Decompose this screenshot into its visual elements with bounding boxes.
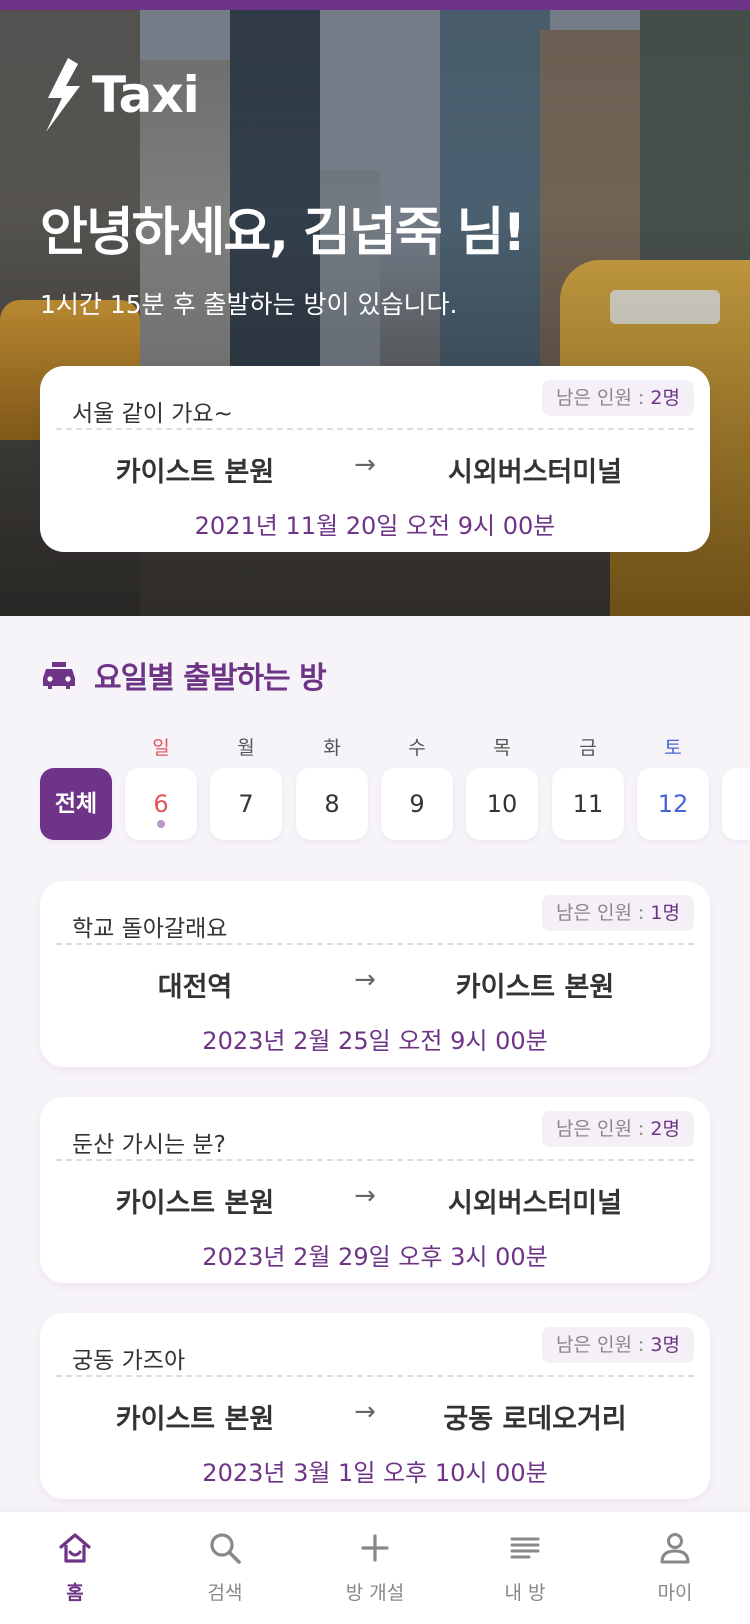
app-logo: Taxi (44, 58, 200, 132)
weekday-label: 일 (152, 737, 170, 759)
route-origin: 대전역 (157, 972, 233, 1003)
bottom-nav: 홈 검색 방 개설 내 방 마이 (0, 1512, 750, 1624)
taxi-icon (43, 662, 75, 689)
lightning-icon (46, 58, 80, 132)
nav-my-page[interactable]: 마이 (600, 1512, 750, 1624)
has-room-dot (157, 820, 165, 828)
remaining-badge: 남은 인원 : 3명 (541, 1327, 694, 1363)
weekday-label: 토 (664, 737, 682, 759)
card-divider (56, 943, 694, 945)
nav-search[interactable]: 검색 (150, 1512, 300, 1624)
route-arrow: → (354, 450, 376, 480)
room-title: 학교 돌아갈래요 (72, 916, 228, 942)
room-datetime: 2023년 3월 1일 오후 10시 00분 (202, 1459, 548, 1487)
remaining-badge: 남은 인원 : 2명 (541, 1111, 694, 1147)
home-icon (59, 1533, 91, 1563)
day-filter-button-partial[interactable] (722, 768, 750, 840)
day-filter-button[interactable]: 11 (552, 768, 624, 840)
search-icon (210, 1533, 241, 1564)
card-divider (56, 1159, 694, 1161)
day-filter-button[interactable]: 9 (381, 768, 453, 840)
nav-label: 마이 (657, 1582, 693, 1604)
room-card[interactable]: 둔산 가시는 분? 남은 인원 : 2명 카이스트 본원 → 시외버스터미널 2… (40, 1097, 710, 1283)
room-title: 궁동 가즈아 (72, 1348, 186, 1374)
day-filter-button[interactable]: 10 (466, 768, 538, 840)
card-divider (56, 1375, 694, 1377)
weekday-label: 월 (237, 737, 255, 759)
person-icon (660, 1533, 690, 1564)
route-destination: 시외버스터미널 (448, 1188, 622, 1219)
nav-my-rooms[interactable]: 내 방 (450, 1512, 600, 1624)
list-icon (510, 1537, 540, 1559)
route-origin: 카이스트 본원 (115, 1188, 275, 1219)
day-filter-button[interactable]: 8 (296, 768, 368, 840)
room-card[interactable]: 학교 돌아갈래요 남은 인원 : 1명 대전역 → 카이스트 본원 2023년 … (40, 881, 710, 1067)
weekday-label: 화 (323, 737, 341, 759)
route-destination: 시외버스터미널 (448, 457, 622, 488)
weekday-label: 목 (493, 737, 511, 759)
nav-label: 홈 (66, 1582, 84, 1604)
room-datetime: 2023년 2월 29일 오후 3시 00분 (202, 1243, 548, 1271)
section-title: 요일별 출발하는 방 (94, 661, 327, 696)
nav-label: 방 개설 (345, 1582, 405, 1604)
top-accent-bar (0, 0, 750, 10)
greeting-subtitle: 1시간 15분 후 출발하는 방이 있습니다. (40, 290, 458, 319)
route-origin: 카이스트 본원 (115, 1404, 275, 1435)
weekday-label: 수 (408, 737, 426, 759)
card-divider (56, 428, 694, 430)
day-filter-button[interactable]: 6 (125, 768, 197, 840)
nav-create-room[interactable]: 방 개설 (300, 1512, 450, 1624)
route-destination: 카이스트 본원 (455, 972, 615, 1003)
day-filter-all[interactable]: 전체 (40, 768, 112, 840)
greeting-title: 안녕하세요, 김넙죽 님! (40, 203, 526, 263)
plus-icon (361, 1534, 389, 1562)
nav-label: 내 방 (504, 1582, 546, 1604)
remaining-badge: 남은 인원 : 2명 (541, 380, 694, 416)
remaining-badge: 남은 인원 : 1명 (541, 895, 694, 931)
weekday-label: 금 (579, 737, 597, 759)
section-header: 요일별 출발하는 방 (42, 655, 327, 696)
day-filter-button[interactable]: 7 (210, 768, 282, 840)
room-datetime: 2023년 2월 25일 오전 9시 00분 (202, 1027, 548, 1055)
room-card[interactable]: 궁동 가즈아 남은 인원 : 3명 카이스트 본원 → 궁동 로데오거리 202… (40, 1313, 710, 1499)
route-destination: 궁동 로데오거리 (443, 1404, 627, 1435)
logo-text: Taxi (92, 66, 200, 124)
route-origin: 카이스트 본원 (115, 457, 275, 488)
route-arrow: → (354, 965, 376, 995)
nav-label: 검색 (207, 1582, 243, 1604)
route-arrow: → (354, 1397, 376, 1427)
day-filter-button[interactable]: 12 (637, 768, 709, 840)
room-datetime: 2021년 11월 20일 오전 9시 00분 (194, 512, 556, 540)
room-title: 둔산 가시는 분? (72, 1132, 226, 1158)
upcoming-room-card[interactable]: 서울 같이 가요~ 남은 인원 : 2명 카이스트 본원 → 시외버스터미널 2… (40, 366, 710, 552)
nav-home[interactable]: 홈 (0, 1512, 150, 1624)
room-title: 서울 같이 가요~ (72, 401, 233, 427)
route-arrow: → (354, 1181, 376, 1211)
